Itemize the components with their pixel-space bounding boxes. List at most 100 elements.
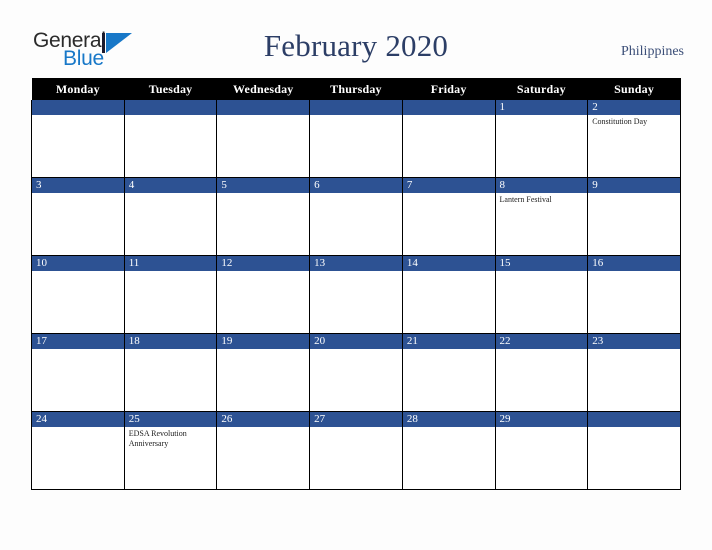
day-number: 28 (402, 412, 495, 427)
day-number (310, 100, 402, 115)
day-number: 10 (32, 256, 124, 271)
calendar-day-cell[interactable]: 16 (587, 255, 681, 334)
calendar-day-cell[interactable]: 1 (494, 100, 589, 178)
day-number: 6 (310, 178, 402, 193)
day-number: 7 (402, 178, 495, 193)
day-events: EDSA Revolution Anniversary (125, 427, 217, 448)
calendar-day-cell[interactable]: 28 (401, 411, 496, 490)
weekday-header-friday: Friday (402, 78, 496, 100)
calendar-day-cell[interactable]: 13 (309, 255, 403, 334)
day-number: 5 (217, 178, 310, 193)
day-events (310, 271, 402, 273)
day-number (32, 100, 124, 115)
day-events (310, 115, 402, 117)
calendar-day-cell[interactable]: 25 EDSA Revolution Anniversary (123, 411, 218, 490)
day-events (588, 427, 680, 429)
calendar-day-cell[interactable]: 19 (216, 333, 311, 412)
calendar-day-cell[interactable]: 18 (123, 333, 218, 412)
calendar-day-cell[interactable]: 9 (587, 177, 681, 256)
day-events (403, 193, 495, 195)
calendar-day-cell[interactable] (587, 411, 681, 490)
day-events (310, 349, 402, 351)
day-number: 4 (124, 178, 217, 193)
day-number: 24 (32, 412, 124, 427)
day-number: 22 (495, 334, 588, 349)
calendar-day-cell[interactable]: 2 Constitution Day (587, 100, 681, 178)
calendar-day-cell[interactable]: 20 (309, 333, 403, 412)
day-events (310, 427, 402, 429)
calendar-grid: Monday Tuesday Wednesday Thursday Friday… (31, 78, 681, 490)
day-events: Lantern Festival (496, 193, 588, 205)
day-number: 23 (588, 334, 680, 349)
calendar-day-cell[interactable]: 22 (494, 333, 589, 412)
day-events (496, 427, 588, 429)
calendar-day-cell[interactable]: 24 (31, 411, 125, 490)
calendar-day-cell[interactable]: 10 (31, 255, 125, 334)
calendar-week-row: 10 11 12 13 14 15 16 (31, 255, 681, 334)
weekday-header-sunday: Sunday (587, 78, 681, 100)
calendar-day-cell[interactable]: 11 (123, 255, 218, 334)
calendar-day-cell[interactable]: 23 (587, 333, 681, 412)
day-events (125, 193, 217, 195)
calendar-day-cell[interactable]: 21 (401, 333, 496, 412)
calendar-day-cell[interactable]: 29 (494, 411, 589, 490)
calendar-day-cell[interactable] (401, 100, 496, 178)
day-events (217, 115, 309, 117)
day-events (125, 115, 217, 117)
day-number: 3 (32, 178, 124, 193)
calendar-day-cell[interactable]: 17 (31, 333, 125, 412)
day-number: 15 (495, 256, 588, 271)
country-label: Philippines (620, 44, 684, 59)
day-events (217, 271, 309, 273)
day-number: 21 (402, 334, 495, 349)
calendar-day-cell[interactable]: 14 (401, 255, 496, 334)
day-number: 26 (217, 412, 310, 427)
calendar-day-cell[interactable] (123, 100, 218, 178)
calendar-day-cell[interactable] (309, 100, 403, 178)
weekday-header-monday: Monday (31, 78, 125, 100)
day-number (217, 100, 310, 115)
day-events (403, 349, 495, 351)
calendar-day-cell[interactable]: 26 (216, 411, 311, 490)
calendar-day-cell[interactable] (216, 100, 311, 178)
weekday-header-row: Monday Tuesday Wednesday Thursday Friday… (31, 78, 681, 100)
calendar-day-cell[interactable]: 15 (494, 255, 589, 334)
calendar-week-row: 1 2 Constitution Day (31, 100, 681, 178)
day-events (125, 349, 217, 351)
calendar-day-cell[interactable]: 27 (309, 411, 403, 490)
day-number: 12 (217, 256, 310, 271)
calendar-day-cell[interactable]: 8 Lantern Festival (494, 177, 589, 256)
day-number (402, 100, 495, 115)
day-events (217, 349, 309, 351)
day-number: 14 (402, 256, 495, 271)
calendar-week-row: 24 25 EDSA Revolution Anniversary 26 27 28 29 (31, 411, 681, 490)
calendar-day-cell[interactable] (31, 100, 125, 178)
calendar-day-cell[interactable]: 7 (401, 177, 496, 256)
day-number: 17 (32, 334, 124, 349)
day-number: 18 (124, 334, 217, 349)
day-events (32, 193, 124, 195)
day-number (124, 100, 217, 115)
day-events (588, 271, 680, 273)
day-events (403, 115, 495, 117)
weekday-header-thursday: Thursday (309, 78, 403, 100)
day-events (125, 271, 217, 273)
weekday-header-tuesday: Tuesday (124, 78, 217, 100)
day-events (32, 271, 124, 273)
calendar-week-row: 17 18 19 20 21 22 23 (31, 333, 681, 412)
calendar-day-cell[interactable]: 12 (216, 255, 311, 334)
day-number: 1 (495, 100, 588, 115)
day-events (496, 271, 588, 273)
day-number: 2 (588, 100, 680, 115)
holiday-label: EDSA Revolution Anniversary (128, 429, 187, 448)
calendar-day-cell[interactable]: 3 (31, 177, 125, 256)
holiday-label: Lantern Festival (499, 195, 552, 204)
calendar-day-cell[interactable]: 5 (216, 177, 311, 256)
calendar-day-cell[interactable]: 4 (123, 177, 218, 256)
day-number (588, 412, 680, 427)
day-events (496, 349, 588, 351)
calendar-day-cell[interactable]: 6 (309, 177, 403, 256)
day-number: 27 (310, 412, 402, 427)
calendar-page: General Blue February 2020 Philippines M… (0, 0, 712, 550)
day-events (310, 193, 402, 195)
